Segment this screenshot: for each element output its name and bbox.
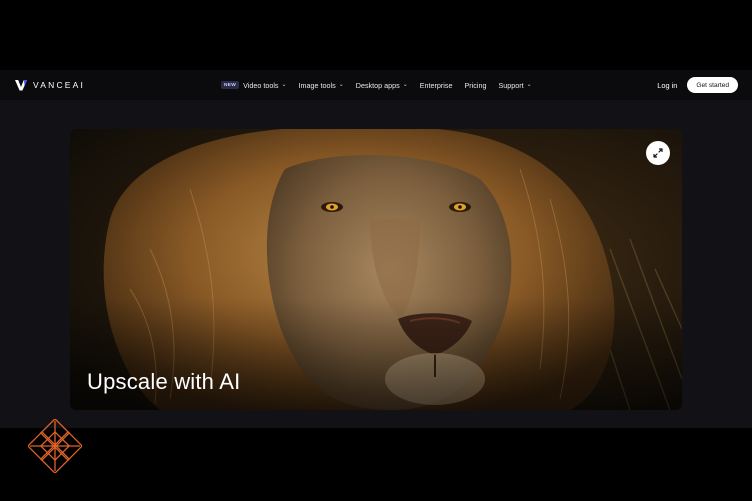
top-navbar: VANCEAI NEW Video tools ⌄ Image tools ⌄ … xyxy=(0,70,752,100)
expand-arrows-icon xyxy=(653,148,663,158)
brand-logo[interactable]: VANCEAI xyxy=(15,78,85,92)
chevron-down-icon: ⌄ xyxy=(526,82,532,88)
new-badge: NEW xyxy=(221,81,240,89)
get-started-button[interactable]: Get started xyxy=(687,77,738,93)
nav-item-label: Image tools xyxy=(298,80,336,90)
nav-item-support[interactable]: Support ⌄ xyxy=(498,81,531,90)
login-link[interactable]: Log in xyxy=(657,81,677,90)
hero-card: Upscale with AI xyxy=(70,129,682,410)
brand-name: VANCEAI xyxy=(33,80,86,90)
nav-item-label: Desktop apps xyxy=(355,80,400,90)
chevron-down-icon: ⌄ xyxy=(281,82,287,88)
nav-actions: Log in Get started xyxy=(657,77,738,93)
orange-lattice-flower-icon xyxy=(28,419,82,473)
chevron-down-icon: ⌄ xyxy=(402,82,408,88)
chevron-down-icon: ⌄ xyxy=(338,82,344,88)
lion-photo xyxy=(70,129,682,410)
nav-item-label: Pricing xyxy=(464,80,487,90)
nav-item-label: Video tools xyxy=(243,80,279,90)
nav-item-pricing[interactable]: Pricing xyxy=(465,81,487,90)
nav-item-label: Support xyxy=(498,80,524,90)
hero-title: Upscale with AI xyxy=(87,369,241,394)
main-nav: NEW Video tools ⌄ Image tools ⌄ Desktop … xyxy=(221,70,532,100)
screen: VANCEAI NEW Video tools ⌄ Image tools ⌄ … xyxy=(0,0,752,501)
vanceai-v-logo-icon xyxy=(15,80,27,91)
nav-item-label: Enterprise xyxy=(419,80,453,90)
nav-item-desktop-apps[interactable]: Desktop apps ⌄ xyxy=(356,81,408,90)
page-content: Upscale with AI xyxy=(0,100,752,428)
expand-button[interactable] xyxy=(646,141,670,165)
nav-item-video-tools[interactable]: NEW Video tools ⌄ xyxy=(221,81,287,90)
nav-item-image-tools[interactable]: Image tools ⌄ xyxy=(299,81,344,90)
nav-item-enterprise[interactable]: Enterprise xyxy=(420,81,453,90)
